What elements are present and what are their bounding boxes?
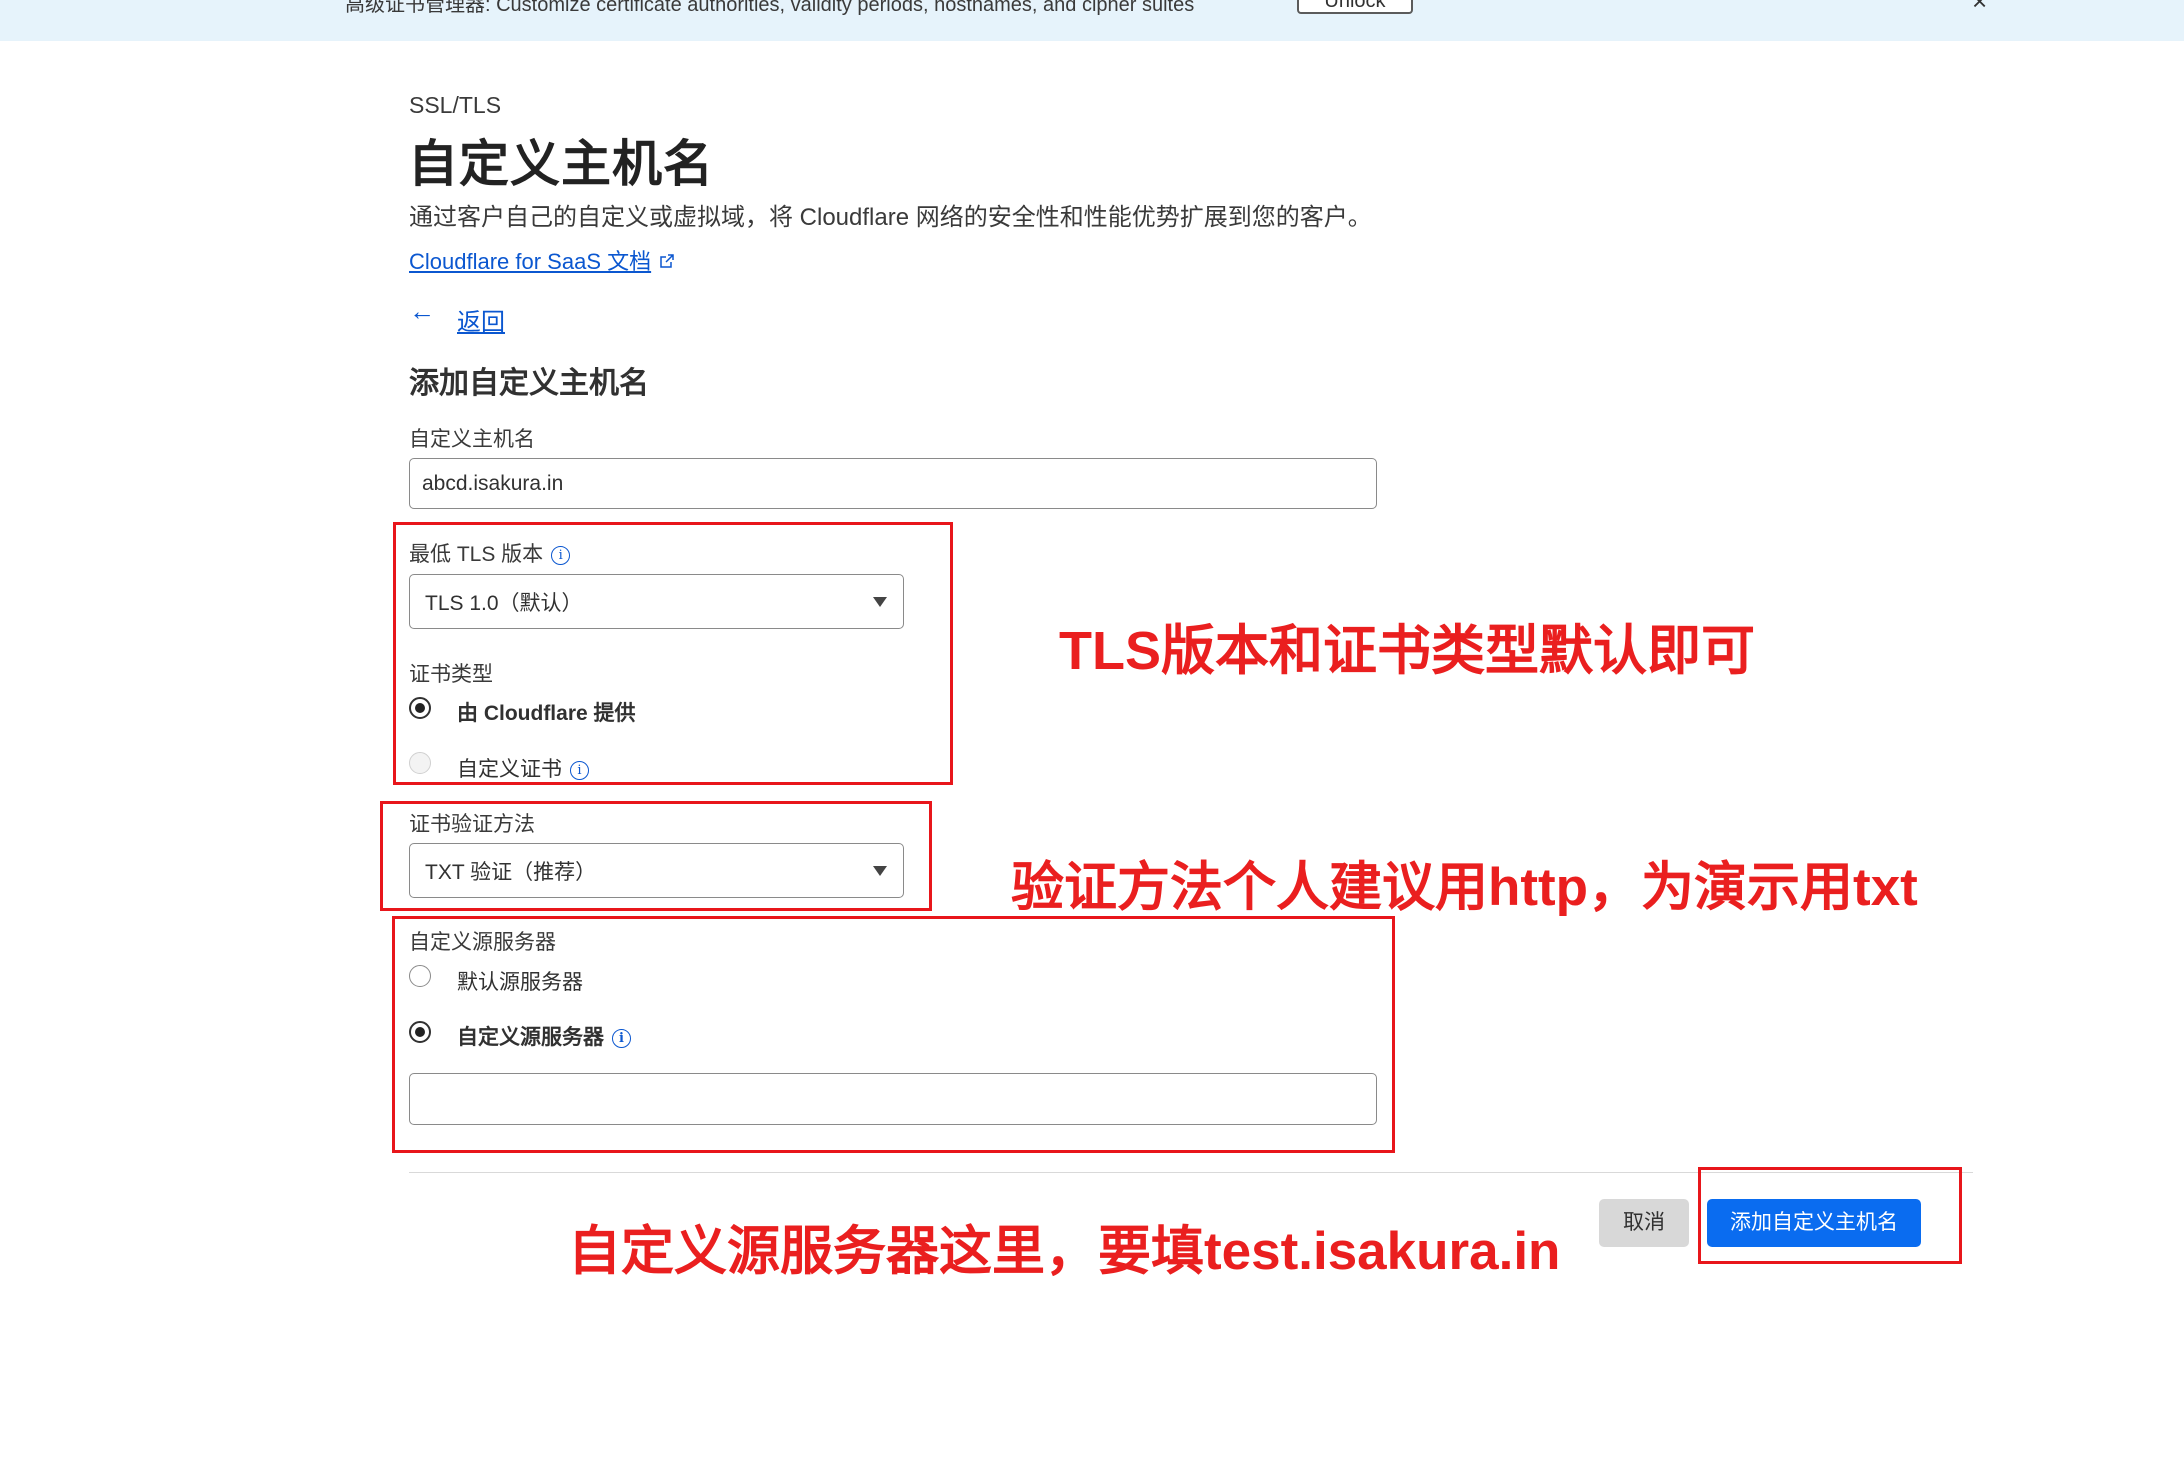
annotation-origin-note: 自定义源服务器这里，要填test.isakura.in <box>568 1222 1561 1281</box>
cancel-button[interactable]: 取消 <box>1599 1199 1689 1247</box>
external-link-icon <box>659 253 675 274</box>
annotation-validation-note: 验证方法个人建议用http，为演示用txt <box>1011 858 1918 917</box>
annotation-box-tls <box>393 522 953 785</box>
hostname-label: 自定义主机名 <box>409 428 535 451</box>
page-description: 通过客户自己的自定义或虚拟域，将 Cloudflare 网络的安全性和性能优势扩… <box>409 204 1372 231</box>
annotation-box-origin <box>392 916 1395 1153</box>
docs-link[interactable]: Cloudflare for SaaS 文档 <box>409 244 675 276</box>
page-title: 自定义主机名 <box>408 136 714 192</box>
annotation-box-submit <box>1698 1167 1962 1264</box>
annotation-box-validation <box>380 801 932 911</box>
breadcrumb[interactable]: SSL/TLS <box>409 92 501 119</box>
top-banner: 高级证书管理器: Customize certificate authoriti… <box>0 0 2184 41</box>
back-link[interactable]: 返回 <box>457 302 505 337</box>
banner-text: 高级证书管理器: Customize certificate authoriti… <box>345 0 1195 16</box>
docs-link-label[interactable]: Cloudflare for SaaS 文档 <box>409 249 651 274</box>
back-arrow-icon[interactable]: ← <box>409 296 435 327</box>
hostname-value: abcd.isakura.in <box>422 471 564 495</box>
section-title: 添加自定义主机名 <box>409 367 649 400</box>
close-icon[interactable]: × <box>1972 0 1987 17</box>
unlock-button[interactable]: Unlock <box>1297 0 1413 14</box>
hostname-input[interactable]: abcd.isakura.in <box>409 458 1377 509</box>
annotation-tls-note: TLS版本和证书类型默认即可 <box>1059 621 1755 681</box>
